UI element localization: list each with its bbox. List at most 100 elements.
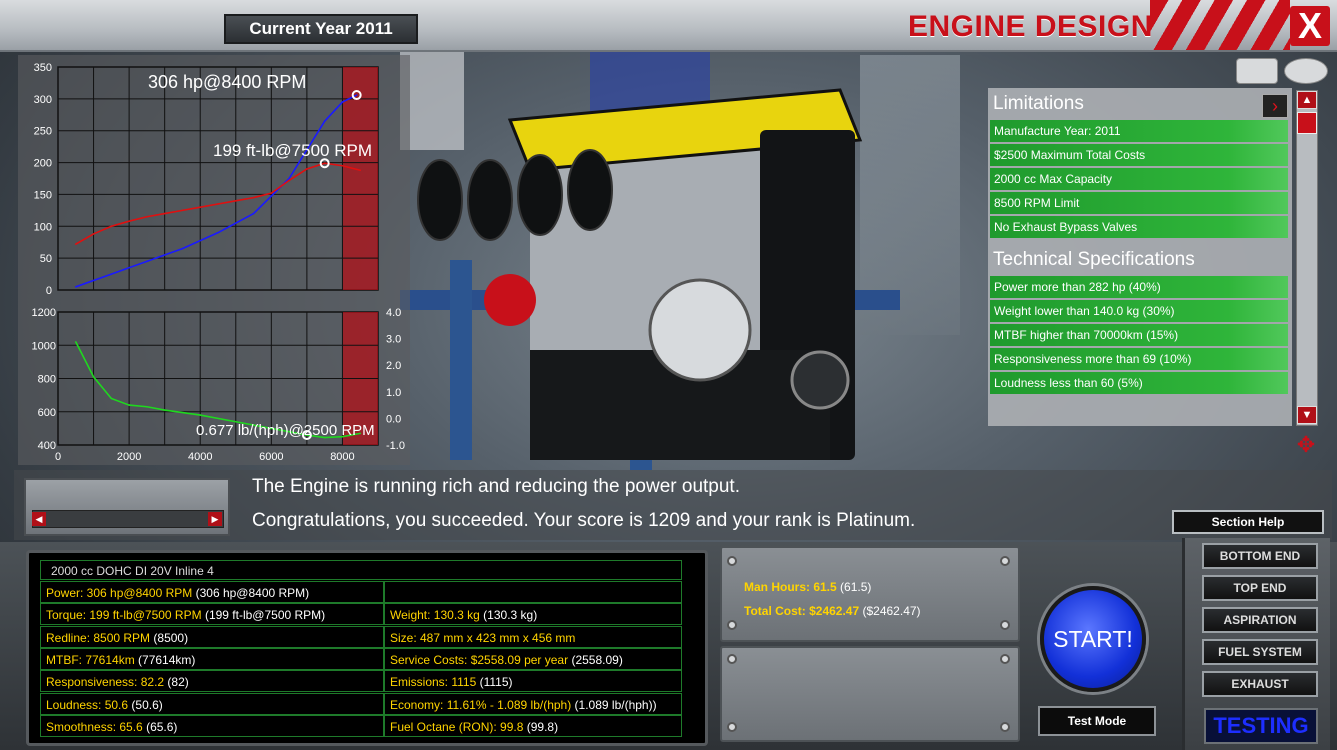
data-point	[199, 206, 202, 208]
data-point	[252, 196, 255, 199]
data-point	[146, 215, 148, 218]
nav-aspiration[interactable]: ASPIRATION	[1202, 607, 1318, 633]
data-point	[288, 177, 290, 180]
stat-row: Torque: 199 ft-lb@7500 RPM (199 ft-lb@75…	[40, 603, 384, 626]
data-point	[306, 168, 308, 170]
scroll-up-button[interactable]: ▲	[1297, 91, 1317, 109]
total-cost: Total Cost: $2462.47 ($2462.47)	[744, 604, 921, 618]
page-title: ENGINE DESIGN	[908, 10, 1153, 43]
data-point	[270, 192, 273, 194]
data-point	[181, 209, 184, 212]
data-point	[163, 212, 166, 215]
data-point	[163, 409, 166, 411]
tick-label: 1000	[32, 340, 56, 352]
data-point	[92, 376, 95, 378]
limitations-title: Limitations	[993, 93, 1084, 114]
tick-label: 2000	[117, 451, 141, 463]
status-message: The Engine is running rich and reducing …	[252, 476, 740, 497]
spec-item: MTBF higher than 70000km (15%)	[990, 324, 1288, 346]
limitation-item: 2000 cc Max Capacity	[990, 168, 1288, 190]
tick-label: 1.0	[386, 387, 401, 399]
power-peak-label: 306 hp@8400 RPM	[148, 72, 306, 92]
limitation-item: 8500 RPM Limit	[990, 192, 1288, 214]
graph-canvas: 350 300 250 200 150 100 50 0 1200 1000 800 600 400 4.…	[32, 62, 405, 463]
stat-row: Responsiveness: 82.2 (82)	[40, 670, 384, 693]
tick-label: 0	[46, 285, 52, 297]
start-button[interactable]: START!	[1040, 586, 1146, 692]
title-stripes	[1150, 0, 1290, 50]
stat-row: Service Costs: $2558.09 per year (2558.0…	[384, 647, 682, 670]
limitations-list: Manufacture Year: 2011 $2500 Maximum Tota…	[988, 120, 1292, 238]
data-point	[181, 247, 184, 250]
data-point	[110, 225, 113, 228]
tick-label: 600	[38, 407, 56, 419]
data-point	[355, 94, 358, 96]
tick-label: 400	[38, 440, 56, 452]
limitation-item: Manufacture Year: 2011	[990, 120, 1288, 142]
data-point	[341, 101, 344, 103]
close-button[interactable]: X	[1290, 5, 1330, 46]
spec-item: Power more than 282 hp (40%)	[990, 276, 1288, 298]
slider-left-button[interactable]: ◀	[32, 512, 46, 526]
test-mode-button[interactable]: Test Mode	[1038, 706, 1156, 736]
requirements-panel: Limitations Manufacture Year: 2011 $2500 …	[988, 88, 1292, 426]
tick-label: 350	[34, 62, 52, 74]
specs-list: Power more than 282 hp (40%) Weight lower…	[988, 276, 1292, 394]
scrollbar-thumb[interactable]	[1297, 112, 1317, 134]
data-point	[234, 200, 237, 202]
data-point	[146, 260, 148, 263]
nav-fuel-system[interactable]: FUEL SYSTEM	[1202, 639, 1318, 665]
tick-label: 1200	[32, 307, 56, 319]
section-help-button[interactable]: Section Help	[1172, 510, 1324, 534]
nav-bottom-end[interactable]: BOTTOM END	[1202, 543, 1318, 569]
data-point	[92, 233, 95, 235]
tick-label: 2.0	[386, 360, 401, 372]
tick-label: 6000	[259, 451, 283, 463]
nav-exhaust[interactable]: EXHAUST	[1202, 671, 1318, 697]
scrollbar-track[interactable]	[1296, 90, 1318, 426]
economy-peak-label: 0.677 lb/(hph)@2500 RPM	[196, 422, 375, 439]
stat-row: Fuel Octane (RON): 99.8 (99.8)	[384, 714, 682, 737]
limitation-item: No Exhaust Bypass Valves	[990, 216, 1288, 238]
nav-top-end[interactable]: TOP END	[1202, 575, 1318, 601]
stat-row: Power: 306 hp@8400 RPM (306 hp@8400 RPM)	[40, 581, 384, 603]
man-hours: Man Hours: 61.5 (61.5)	[744, 580, 872, 594]
slider-right-button[interactable]: ▶	[208, 512, 222, 526]
tick-label: 50	[40, 253, 52, 265]
stat-row: Redline: 8500 RPM (8500)	[40, 625, 384, 648]
tick-label: 8000	[330, 451, 354, 463]
eye-icon[interactable]	[1284, 58, 1328, 84]
data-point	[110, 273, 113, 275]
empty-plate	[720, 646, 1020, 742]
tick-label: 4.0	[386, 307, 401, 319]
camera-icon[interactable]	[1236, 58, 1278, 84]
tick-label: 150	[34, 189, 52, 201]
limitation-item: $2500 Maximum Total Costs	[990, 144, 1288, 166]
top-chart-frame	[57, 66, 379, 291]
stat-row: MTBF: 77614km (77614km)	[40, 647, 384, 670]
data-point	[359, 169, 362, 172]
expand-arrow-icon[interactable]: ›	[1262, 94, 1288, 118]
move-camera-icon[interactable]: ✥	[1286, 430, 1326, 460]
tick-label: 300	[34, 94, 52, 106]
data-point	[217, 203, 219, 205]
data-point	[252, 212, 255, 215]
data-point	[323, 162, 326, 165]
data-point	[288, 179, 290, 182]
data-point	[74, 286, 77, 288]
stat-row: Size: 487 mm x 423 mm x 456 mm	[384, 625, 682, 648]
data-point	[110, 397, 113, 400]
data-point	[128, 220, 130, 222]
result-message: Congratulations, you succeeded. Your sco…	[252, 510, 916, 531]
scroll-down-button[interactable]: ▼	[1297, 406, 1317, 424]
data-point	[341, 164, 344, 167]
current-year-label: Current Year 2011	[224, 14, 418, 44]
data-point	[74, 341, 77, 343]
engine-model	[400, 88, 900, 470]
data-point	[323, 120, 326, 122]
slider-track[interactable]	[32, 510, 224, 528]
engine-config-title: 2000 cc DOHC DI 20V Inline 4	[40, 560, 682, 580]
nav-testing[interactable]: TESTING	[1204, 708, 1318, 744]
stat-row: Weight: 130.3 kg (130.3 kg)	[384, 603, 682, 626]
stat-row: Smoothness: 65.6 (65.6)	[40, 714, 384, 737]
